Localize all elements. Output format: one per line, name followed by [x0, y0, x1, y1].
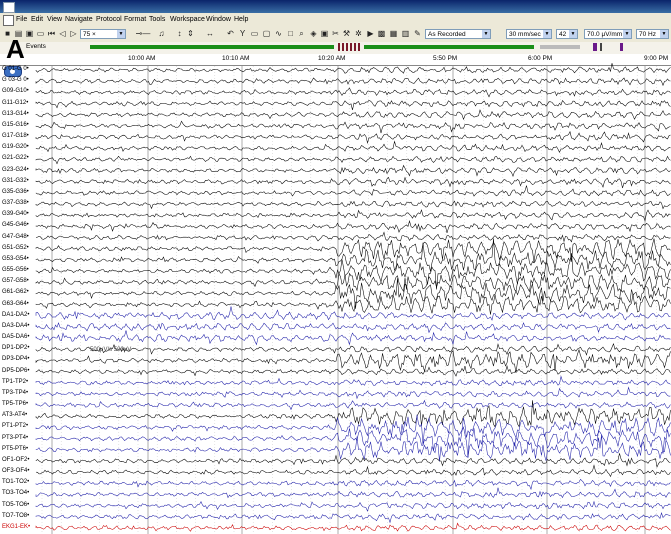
channel-label[interactable]: PT3-PT4• [2, 435, 28, 441]
channel-label[interactable]: G47-G48• [2, 234, 29, 240]
eeg-trace [35, 140, 671, 153]
channel-label[interactable]: DP5-DP6• [2, 368, 29, 374]
channel-label[interactable]: EKG1-EK• [2, 524, 30, 530]
channel-label[interactable]: TO5-TO6• [2, 502, 29, 508]
eeg-trace [35, 478, 671, 491]
channel-label[interactable]: G37-G38• [2, 200, 29, 206]
eeg-trace [35, 155, 671, 165]
eeg-trace [35, 109, 671, 121]
eeg-trace [35, 399, 671, 411]
eeg-trace [35, 464, 671, 478]
eeg-trace [35, 487, 671, 499]
channel-label[interactable]: G15-G16• [2, 122, 29, 128]
channel-label[interactable]: G57-G58• [2, 278, 29, 284]
eeg-trace [35, 512, 671, 524]
eeg-trace [35, 99, 671, 111]
channel-label[interactable]: G21-G22• [2, 155, 29, 161]
channel-label[interactable]: DA1-DA2• [2, 312, 29, 318]
channel-label[interactable]: G45-G46• [2, 222, 29, 228]
eeg-trace [35, 322, 671, 334]
channel-label[interactable]: AT3-AT4• [2, 412, 27, 418]
eeg-trace [35, 293, 671, 315]
eeg-trace [35, 164, 671, 178]
channel-label[interactable]: TO3-TO4• [2, 490, 29, 496]
channel-label[interactable]: G11-G12• [2, 100, 28, 106]
channel-label[interactable]: DA5-DA6• [2, 334, 29, 340]
eeg-trace [35, 63, 671, 74]
eeg-trace [35, 120, 671, 134]
channel-label[interactable]: TP5-TP6• [2, 401, 28, 407]
channel-label[interactable]: G53-G54• [2, 256, 29, 262]
channel-label[interactable]: G19-G20• [2, 144, 29, 150]
eeg-trace [35, 424, 671, 458]
channel-label[interactable]: DA3-DA4• [2, 323, 29, 329]
eeg-trace [35, 77, 671, 87]
channel-label[interactable]: G 01-G 0• [2, 66, 29, 72]
eeg-trace [35, 330, 671, 346]
channel-label[interactable]: G35-G36• [2, 189, 29, 195]
eeg-trace [35, 364, 671, 377]
channel-label[interactable]: G55-G56• [2, 267, 29, 273]
eeg-trace [35, 130, 671, 144]
channel-label[interactable]: G13-G14• [2, 111, 29, 117]
channel-label[interactable]: G 03-G 0• [2, 77, 29, 83]
channel-label[interactable]: G63-G64• [2, 301, 29, 307]
eeg-trace [35, 386, 671, 400]
eeg-trace [35, 348, 671, 374]
channel-label[interactable]: G31-G32• [2, 178, 29, 184]
channel-labels: G 01-G 0• G 03-G 0• G09-G10• G11-G12• G13-G1… [0, 0, 34, 534]
eeg-trace [35, 414, 671, 446]
eeg-trace [35, 176, 671, 189]
eeg-trace [35, 200, 671, 210]
eeg-trace [35, 500, 671, 512]
channel-label[interactable]: TO1-TO2• [2, 479, 29, 485]
channel-label[interactable]: G39-G40• [2, 211, 29, 217]
eeg-trace [35, 522, 671, 532]
channel-label[interactable]: G23-G24• [2, 167, 29, 173]
channel-label[interactable]: DP3-DP4• [2, 356, 29, 362]
eeg-trace [35, 185, 671, 197]
eeg-trace [35, 238, 671, 263]
eeg-trace-area[interactable] [0, 0, 671, 534]
channel-label[interactable]: OF3-OF4• [2, 468, 29, 474]
eeg-trace [35, 209, 671, 222]
channel-label[interactable]: TP1-TP2• [2, 379, 28, 385]
eeg-trace [35, 453, 671, 468]
eeg-trace [35, 400, 671, 428]
channel-label[interactable]: G17-G18• [2, 133, 29, 139]
scale-annotation: 500μV/s 500μV [90, 347, 132, 353]
channel-label[interactable]: G09-G10• [2, 88, 29, 94]
eeg-trace [35, 306, 671, 321]
eeg-trace [35, 375, 671, 387]
channel-label[interactable]: PT5-PT6• [2, 446, 28, 452]
channel-label[interactable]: PT1-PT2• [2, 423, 28, 429]
channel-label[interactable]: G61-G62• [2, 289, 29, 295]
eeg-trace [35, 219, 671, 233]
channel-label[interactable]: TO7-TO8• [2, 513, 29, 519]
eeg-trace [35, 87, 671, 98]
channel-label[interactable]: G51-G52• [2, 245, 29, 251]
eeg-trace [35, 231, 671, 243]
eeg-trace [35, 252, 671, 290]
eeg-trace [35, 238, 671, 272]
channel-label[interactable]: TP3-TP4• [2, 390, 28, 396]
channel-label[interactable]: OF1-OF2• [2, 457, 29, 463]
eeg-trace [35, 272, 671, 293]
channel-label[interactable]: DP1-DP2• [2, 345, 29, 351]
